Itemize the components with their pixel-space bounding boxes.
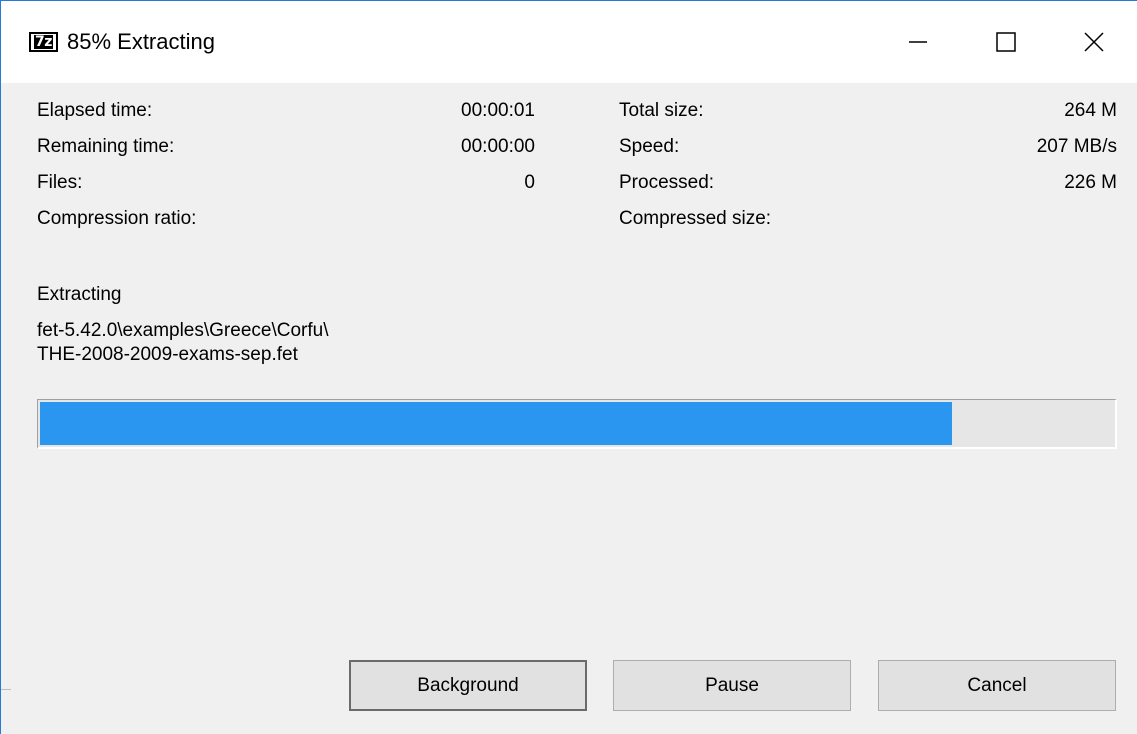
extraction-dialog: 7z 85% Extracting Elapsed time: 00:00:01… — [0, 0, 1137, 734]
cancel-button[interactable]: Cancel — [878, 660, 1116, 711]
total-size-value: 264 M — [1064, 100, 1117, 121]
elapsed-time-value: 00:00:01 — [461, 100, 535, 121]
total-size-label: Total size: — [619, 100, 704, 121]
close-button[interactable] — [1049, 1, 1137, 83]
app-icon-text: 7z — [34, 34, 53, 50]
remaining-time-value: 00:00:00 — [461, 136, 535, 157]
minimize-icon — [909, 41, 927, 43]
close-icon — [1084, 32, 1104, 52]
remaining-time-label: Remaining time: — [37, 136, 175, 157]
progress-bar-fill — [40, 402, 952, 445]
speed-value: 207 MB/s — [1036, 136, 1117, 157]
compression-ratio-label: Compression ratio: — [37, 208, 197, 229]
current-file-path: fet-5.42.0\examples\Greece\Corfu\ THE-20… — [37, 320, 329, 365]
progress-bar — [37, 399, 1117, 449]
pause-button[interactable]: Pause — [613, 660, 851, 711]
maximize-button[interactable] — [961, 1, 1051, 83]
maximize-icon — [996, 32, 1016, 52]
files-label: Files: — [37, 172, 83, 193]
compressed-size-label: Compressed size: — [619, 208, 772, 229]
elapsed-time-label: Elapsed time: — [37, 100, 153, 121]
processed-value: 226 M — [1064, 172, 1117, 193]
operation-label: Extracting — [37, 284, 122, 305]
minimize-button[interactable] — [873, 1, 963, 83]
background-button[interactable]: Background — [349, 660, 587, 711]
processed-label: Processed: — [619, 172, 715, 193]
speed-label: Speed: — [619, 136, 680, 157]
window-title: 85% Extracting — [67, 29, 215, 54]
window-edge-mark — [1, 689, 11, 690]
files-value: 0 — [524, 172, 535, 193]
7zip-app-icon: 7z — [29, 32, 58, 52]
title-bar[interactable]: 7z 85% Extracting — [1, 1, 1137, 83]
